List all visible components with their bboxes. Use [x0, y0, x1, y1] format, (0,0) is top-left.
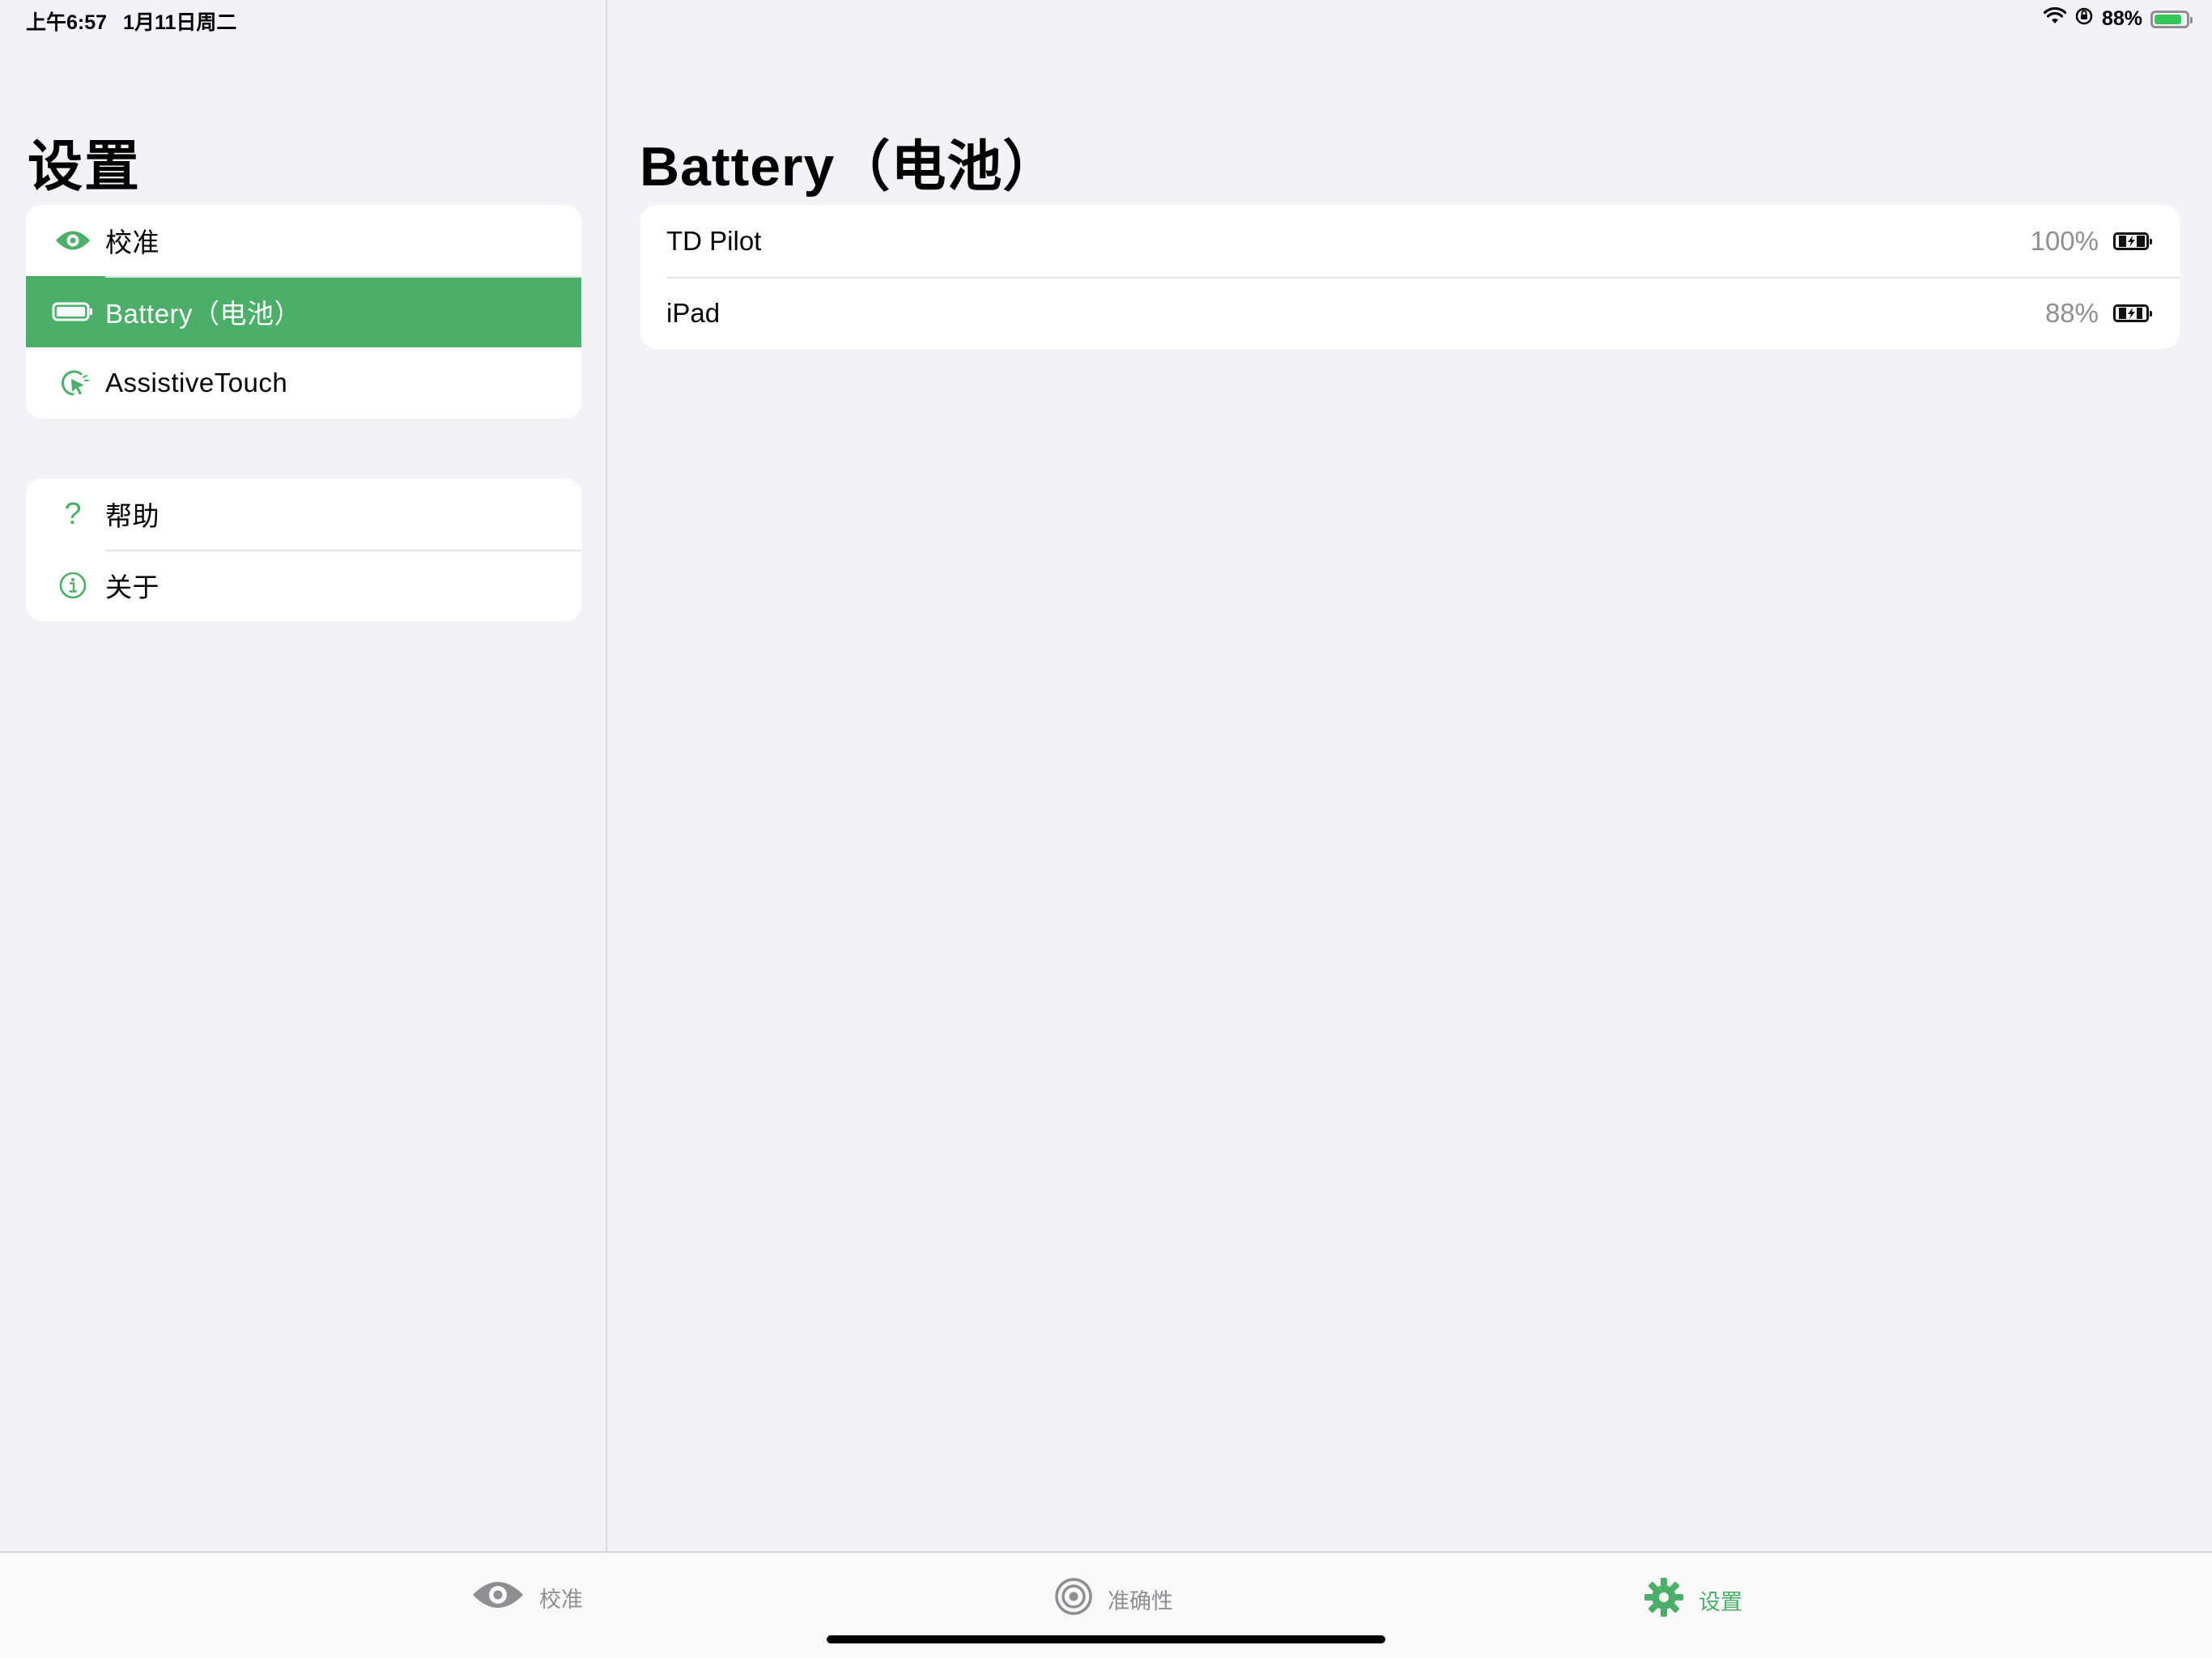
- tab-label: 准确性: [1108, 1589, 1173, 1613]
- sidebar-item-label: 校准: [105, 227, 160, 257]
- sidebar: 设置 校准 Battery（电池） AssistiveTouch ? 帮助 关于: [0, 0, 607, 1551]
- battery-row-td-pilot: TD Pilot 100%: [640, 205, 2180, 277]
- battery-icon: [52, 292, 94, 331]
- wifi-icon: [2043, 6, 2067, 31]
- tab-calibration[interactable]: 校准: [471, 1577, 583, 1618]
- battery-list: TD Pilot 100% iPad 88%: [640, 205, 2180, 349]
- tab-settings[interactable]: 设置: [1644, 1577, 1742, 1623]
- sidebar-group-info: ? 帮助 关于: [26, 478, 581, 621]
- sidebar-item-assistive-touch[interactable]: AssistiveTouch: [26, 347, 581, 419]
- tab-label: 校准: [539, 1588, 583, 1612]
- eye-icon: [471, 1577, 525, 1618]
- device-name: TD Pilot: [666, 225, 762, 256]
- sidebar-group-main: 校准 Battery（电池） AssistiveTouch: [26, 205, 581, 419]
- battery-charging-icon: [2113, 232, 2152, 250]
- battery-charging-icon: [2113, 304, 2152, 322]
- status-battery-text: 88%: [2101, 7, 2142, 30]
- battery-row-ipad: iPad 88%: [640, 277, 2180, 349]
- assistive-touch-icon: [52, 363, 94, 402]
- sidebar-item-label: AssistiveTouch: [105, 368, 288, 397]
- status-right: 88%: [2043, 6, 2193, 32]
- orientation-lock-icon: [2074, 6, 2094, 32]
- status-battery-icon: [2150, 10, 2193, 28]
- sidebar-item-help[interactable]: ? 帮助: [26, 478, 581, 550]
- tab-label: 设置: [1699, 1590, 1742, 1614]
- gear-icon: [1644, 1577, 1684, 1623]
- sidebar-item-calibration[interactable]: 校准: [26, 205, 581, 276]
- target-icon: [1054, 1577, 1093, 1622]
- device-battery-percent: 88%: [2044, 297, 2099, 328]
- sidebar-item-label: Battery（电池）: [105, 299, 302, 329]
- eye-icon: [52, 221, 94, 260]
- sidebar-item-label: 帮助: [105, 501, 160, 531]
- tab-bar: 校准 准确性 设置: [0, 1551, 2212, 1658]
- device-name: iPad: [666, 297, 721, 328]
- sidebar-item-label: 关于: [105, 572, 160, 602]
- question-icon: ?: [64, 496, 82, 531]
- device-battery-percent: 100%: [2030, 225, 2099, 256]
- tab-accuracy[interactable]: 准确性: [1054, 1577, 1173, 1622]
- info-icon: [52, 566, 94, 605]
- sidebar-item-battery[interactable]: Battery（电池）: [26, 276, 581, 347]
- home-indicator[interactable]: [827, 1635, 1385, 1643]
- sidebar-title: 设置: [28, 136, 142, 198]
- sidebar-item-about[interactable]: 关于: [26, 550, 581, 621]
- page-title: Battery（电池）: [640, 136, 1059, 198]
